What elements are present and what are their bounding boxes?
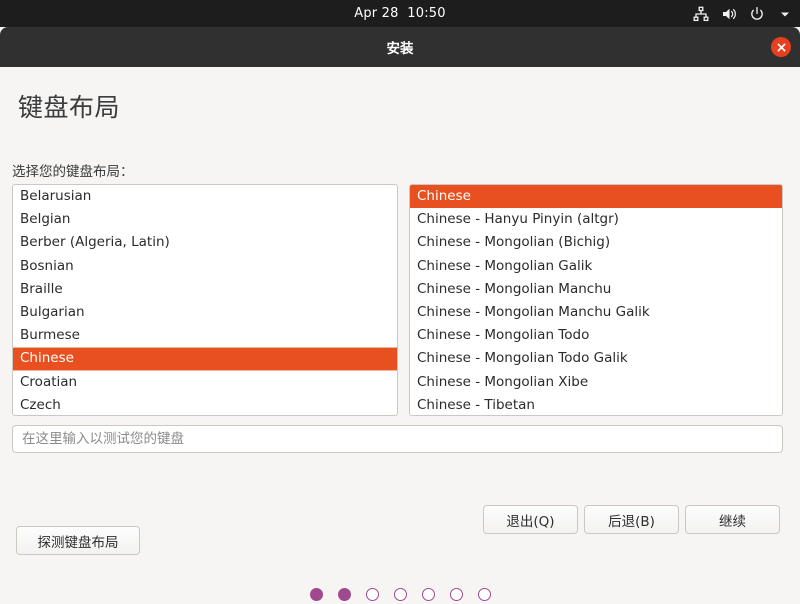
keyboard-layout-item[interactable]: Chinese xyxy=(13,347,397,370)
system-top-bar: Apr 28 10:50 xyxy=(0,0,800,27)
keyboard-variant-item[interactable]: Chinese - Mongolian (Bichig) xyxy=(410,231,782,254)
keyboard-layout-list[interactable]: BelarusianBelgianBerber (Algeria, Latin)… xyxy=(12,184,398,416)
keyboard-test-input[interactable] xyxy=(12,425,783,453)
window-title: 安装 xyxy=(387,37,414,57)
back-button[interactable]: 后退(B) xyxy=(584,505,679,534)
keyboard-variant-item[interactable]: Chinese - Tibetan xyxy=(410,394,782,416)
page-title: 键盘布局 xyxy=(18,88,120,124)
detect-keyboard-layout-label: 探测键盘布局 xyxy=(38,531,119,551)
back-button-label: 后退(B) xyxy=(608,510,655,530)
keyboard-variant-item[interactable]: Chinese - Mongolian Todo Galik xyxy=(410,347,782,370)
page-subtitle: 选择您的键盘布局： xyxy=(12,160,134,180)
keyboard-variant-item[interactable]: Chinese xyxy=(410,185,782,208)
keyboard-layout-item[interactable]: Croatian xyxy=(13,371,397,394)
keyboard-variant-list[interactable]: ChineseChinese - Hanyu Pinyin (altgr)Chi… xyxy=(409,184,783,416)
window-body: 键盘布局 选择您的键盘布局： BelarusianBelgianBerber (… xyxy=(0,67,800,604)
window-titlebar[interactable]: 安装 xyxy=(0,27,800,67)
progress-indicator xyxy=(0,588,800,601)
keyboard-layout-item[interactable]: Bulgarian xyxy=(13,301,397,324)
keyboard-layout-list-items: BelarusianBelgianBerber (Algeria, Latin)… xyxy=(13,185,397,416)
progress-dot xyxy=(478,588,491,601)
keyboard-layout-item[interactable]: Belarusian xyxy=(13,185,397,208)
keyboard-variant-list-items: ChineseChinese - Hanyu Pinyin (altgr)Chi… xyxy=(410,185,782,416)
progress-dot xyxy=(338,588,351,601)
keyboard-layout-item[interactable]: Belgian xyxy=(13,208,397,231)
progress-dot xyxy=(450,588,463,601)
keyboard-layout-item[interactable]: Burmese xyxy=(13,324,397,347)
system-clock[interactable]: Apr 28 10:50 xyxy=(354,6,446,21)
keyboard-variant-item[interactable]: Chinese - Mongolian Manchu xyxy=(410,278,782,301)
chevron-down-icon[interactable] xyxy=(776,5,793,22)
continue-button[interactable]: 继续 xyxy=(685,505,780,534)
quit-button-label: 退出(Q) xyxy=(506,510,554,530)
close-icon[interactable] xyxy=(771,37,791,57)
progress-dot xyxy=(422,588,435,601)
quit-button[interactable]: 退出(Q) xyxy=(483,505,578,534)
progress-dot xyxy=(366,588,379,601)
keyboard-layout-item[interactable]: Czech xyxy=(13,394,397,416)
keyboard-variant-item[interactable]: Chinese - Hanyu Pinyin (altgr) xyxy=(410,208,782,231)
keyboard-layout-item[interactable]: Braille xyxy=(13,278,397,301)
progress-dot xyxy=(394,588,407,601)
progress-dot xyxy=(310,588,323,601)
continue-button-label: 继续 xyxy=(719,510,746,530)
keyboard-variant-item[interactable]: Chinese - Mongolian Galik xyxy=(410,255,782,278)
keyboard-layout-item[interactable]: Bosnian xyxy=(13,255,397,278)
detect-keyboard-layout-button[interactable]: 探测键盘布局 xyxy=(16,526,140,555)
installer-screen: Apr 28 10:50 xyxy=(0,0,800,604)
keyboard-layout-item[interactable]: Berber (Algeria, Latin) xyxy=(13,231,397,254)
volume-icon[interactable] xyxy=(720,5,737,22)
keyboard-variant-item[interactable]: Chinese - Mongolian Todo xyxy=(410,324,782,347)
keyboard-variant-item[interactable]: Chinese - Mongolian Manchu Galik xyxy=(410,301,782,324)
keyboard-variant-item[interactable]: Chinese - Mongolian Xibe xyxy=(410,371,782,394)
system-tray xyxy=(692,0,793,27)
power-icon[interactable] xyxy=(748,5,765,22)
network-icon[interactable] xyxy=(692,5,709,22)
